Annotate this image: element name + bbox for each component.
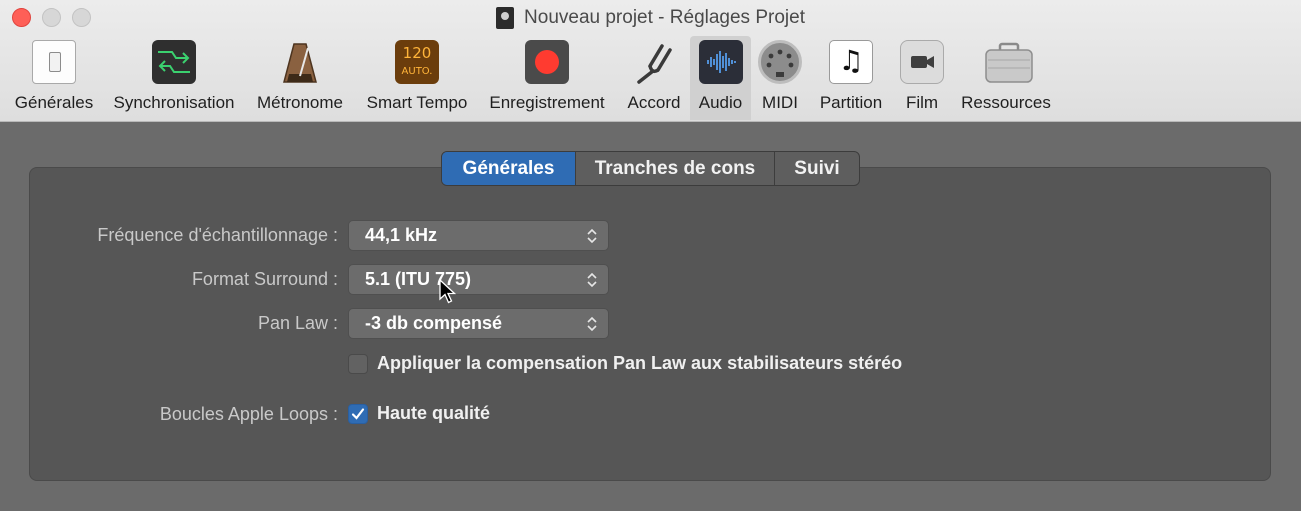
tempo-value: 120 [402,44,432,62]
toolbar-item-audio[interactable]: Audio [690,36,751,120]
record-icon [525,40,569,84]
mouse-pointer-icon [439,279,457,304]
toolbar-item-metronome[interactable]: Métronome [252,36,348,120]
sample-rate-label: Fréquence d'échantillonnage : [97,225,338,245]
tab-bar: Générales Tranches de cons Suivi [441,151,860,186]
surround-format-popup[interactable]: 5.1 (ITU 775) [348,264,609,295]
high-quality-checkbox[interactable] [348,404,368,424]
sample-rate-popup[interactable]: 44,1 kHz [348,220,609,251]
pan-law-label: Pan Law : [257,313,338,333]
pan-law-compensation-label: Appliquer la compensation Pan Law aux st… [377,353,903,373]
sample-rate-value: 44,1 kHz [365,225,438,245]
sync-arrows-icon [152,40,196,84]
title-bar: Nouveau projet - Réglages Projet Général… [0,0,1301,122]
tempo-mode: AUTO. [401,66,433,77]
movie-camera-icon [900,40,944,84]
toolbar-item-smart-tempo[interactable]: 120 AUTO. Smart Tempo [360,36,474,120]
high-quality-label: Haute qualité [377,403,491,423]
toolbar-label: Générales [14,93,94,112]
tab-suivi[interactable]: Suivi [775,152,859,185]
apple-loops-label: Boucles Apple Loops : [159,404,338,424]
toolbar-label: Synchronisation [113,93,235,112]
toolbar-label: Métronome [257,93,343,112]
settings-panel [29,167,1271,481]
music-note-icon: ♫ [829,40,873,84]
toolbar-item-generales[interactable]: Générales [10,36,98,120]
metronome-icon [278,40,322,84]
toolbar-item-synchronisation[interactable]: Synchronisation [107,36,241,120]
window-title: Nouveau projet - Réglages Projet [524,7,805,28]
toolbar-label: Enregistrement [489,93,605,112]
toolbar-label: Partition [819,93,883,112]
tuning-fork-icon [632,40,676,84]
project-document-icon [496,7,515,29]
toolbar-item-ressources[interactable]: Ressources [956,36,1056,120]
toolbar-item-enregistrement[interactable]: Enregistrement [483,36,611,120]
tab-tranches-de-cons[interactable]: Tranches de cons [576,152,775,185]
window-title-bar: Nouveau projet - Réglages Projet [0,4,1301,32]
up-down-chevron-icon [587,228,597,244]
toolbar-label: Audio [698,93,743,112]
briefcase-icon [984,40,1033,84]
checkmark-icon [351,408,365,420]
tab-generales[interactable]: Générales [442,152,576,185]
toolbar-item-film[interactable]: Film [899,36,945,120]
switch-icon [32,40,76,84]
toolbar-item-accord[interactable]: Accord [621,36,687,120]
pan-law-compensation-checkbox[interactable] [348,354,368,374]
toolbar-item-midi[interactable]: MIDI [757,36,803,120]
pan-law-value: -3 db compensé [365,313,503,333]
toolbar-label: MIDI [762,93,798,112]
midi-connector-icon [758,40,802,84]
up-down-chevron-icon [587,272,597,288]
surround-format-label: Format Surround : [191,269,338,289]
toolbar-label: Ressources [961,93,1051,112]
toolbar-item-partition[interactable]: ♫ Partition [813,36,889,120]
project-settings-window: Nouveau projet - Réglages Projet Général… [0,0,1301,511]
toolbar-label: Smart Tempo [366,93,468,112]
smart-tempo-icon: 120 AUTO. [395,40,439,84]
audio-waveform-icon [698,40,743,84]
pan-law-popup[interactable]: -3 db compensé [348,308,609,339]
toolbar-label: Film [905,93,939,112]
up-down-chevron-icon [587,316,597,332]
toolbar-label: Accord [627,93,681,112]
